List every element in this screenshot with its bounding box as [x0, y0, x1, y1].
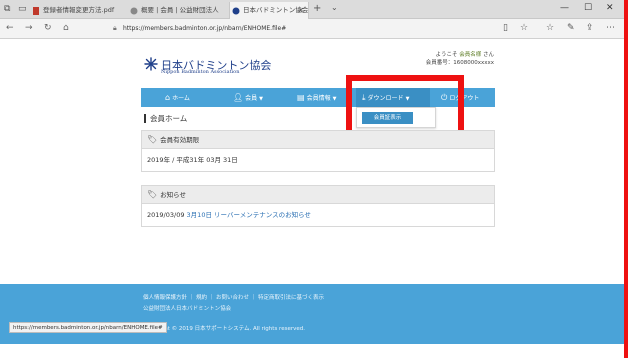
lock-icon: 🔒︎ — [113, 24, 117, 32]
notes-pen-icon[interactable]: ✎ — [567, 23, 575, 34]
back-icon[interactable]: ← — [6, 23, 14, 34]
tab-actions-icon[interactable]: ⧉ — [4, 4, 10, 15]
panel-heading-text: 会員有効期限 — [160, 136, 200, 144]
chevron-down-icon[interactable]: ⌄ — [331, 3, 338, 12]
user-name: 会員名様 — [459, 52, 482, 58]
expiry-date: 2019年 / 平成31年 03月 31日 — [147, 156, 238, 164]
nav-member-info-label: 会員情報 — [306, 95, 331, 102]
nav-member-info[interactable]: ▤ 会員情報 ▼ — [297, 88, 336, 107]
pdf-icon — [33, 7, 39, 15]
caret-down-icon: ▼ — [332, 96, 337, 102]
favorites-hub-icon[interactable]: ☆ — [546, 23, 554, 34]
site-favicon-icon — [130, 7, 138, 15]
badminton-favicon-icon — [232, 7, 240, 15]
nav-member[interactable]: 👤︎ 会員 ▼ — [233, 88, 263, 107]
panel-heading: 🏷︎ 会員有効期限 — [142, 131, 494, 149]
tab-preview-icon[interactable]: ▭ — [18, 4, 27, 15]
maximize-button[interactable]: ☐ — [584, 3, 592, 13]
nav-home-label: ホーム — [172, 95, 190, 102]
tag-icon: 🏷︎ — [147, 190, 158, 199]
site-footer: 個人情報保護方針 ｜ 規約 ｜ お問い合わせ ｜ 特定商取引法に基づく表示 公益… — [0, 284, 628, 344]
logo-english: Nippon Badminton Association — [161, 69, 240, 75]
new-tab-icon[interactable]: + — [313, 3, 321, 14]
tab-pdf[interactable]: 登録者情報変更方法.pdf — [30, 2, 126, 19]
forward-icon[interactable]: → — [25, 23, 33, 34]
footer-links[interactable]: 個人情報保護方針 ｜ 規約 ｜ お問い合わせ ｜ 特定商取引法に基づく表示 — [143, 293, 324, 301]
more-icon[interactable]: ⋯ — [606, 23, 615, 34]
close-button[interactable]: ✕ — [606, 3, 614, 13]
panel-heading: 🏷︎ お知らせ — [142, 186, 494, 204]
nav-home[interactable]: ⌂ ホーム — [165, 88, 190, 107]
red-edge-marker — [624, 0, 628, 358]
home-icon[interactable]: ⌂ — [63, 23, 69, 34]
tab-title: 登録者情報変更方法.pdf — [43, 6, 115, 14]
refresh-icon[interactable]: ↻ — [44, 23, 52, 34]
close-tab-icon[interactable]: ✕ — [297, 2, 304, 19]
user-info: ようこそ 会員名様 さん 会員番号：1608000xxxxx — [426, 51, 494, 67]
card-icon: ▤ — [297, 93, 305, 102]
news-panel: 🏷︎ お知らせ 2019/03/09 3月10日 リーバーメンテナンスのお知らせ — [141, 185, 495, 227]
home-icon: ⌂ — [165, 93, 171, 102]
nav-member-label: 会員 — [245, 95, 258, 102]
news-item: 2019/03/09 3月10日 リーバーメンテナンスのお知らせ — [142, 204, 494, 226]
user-greeting: ようこそ 会員名様 さん — [426, 51, 494, 59]
page-title: 会員ホーム — [144, 114, 187, 123]
footer-copyright: Copyright © 2019 日本サポートシステム. All rights … — [143, 326, 305, 332]
minimize-button[interactable]: — — [560, 3, 569, 13]
tab-overview[interactable]: 概要 | 会員 | 公益財団法人 — [128, 2, 228, 19]
url-field[interactable]: https://members.badminton.or.jp/nbarn/EN… — [123, 25, 286, 32]
expiry-panel: 🏷︎ 会員有効期限 2019年 / 平成31年 03月 31日 — [141, 130, 495, 172]
status-bar-url: https://members.badminton.or.jp/nbarn/EN… — [9, 322, 167, 333]
panel-heading-text: お知らせ — [160, 191, 187, 199]
footer-org-name: 公益財団法人日本バドミントン協会 — [143, 306, 232, 312]
greeting-prefix: ようこそ — [435, 52, 458, 58]
address-bar: ← → ↻ ⌂ 🔒︎ https://members.badminton.or.… — [0, 19, 628, 39]
reading-view-icon[interactable]: ▯ — [503, 23, 508, 34]
association-emblem-icon — [144, 57, 158, 71]
news-date: 2019/03/09 — [147, 211, 185, 219]
tag-icon: 🏷︎ — [147, 135, 158, 144]
news-link[interactable]: 3月10日 リーバーメンテナンスのお知らせ — [187, 211, 311, 219]
share-icon[interactable]: ⇪ — [586, 23, 594, 34]
tab-members[interactable]: 日本バドミントン協会 会員 ✕ — [229, 2, 309, 19]
member-number: 会員番号：1608000xxxxx — [425, 60, 494, 66]
caret-down-icon: ▼ — [259, 96, 264, 102]
person-icon: 👤︎ — [233, 93, 244, 102]
favorite-star-icon[interactable]: ☆ — [520, 23, 528, 34]
tab-title: 概要 | 会員 | 公益財団法人 — [141, 6, 219, 14]
greeting-suffix: さん — [482, 52, 494, 58]
browser-tab-bar: ⧉ ▭ 登録者情報変更方法.pdf 概要 | 会員 | 公益財団法人 日本バドミ… — [0, 0, 628, 19]
